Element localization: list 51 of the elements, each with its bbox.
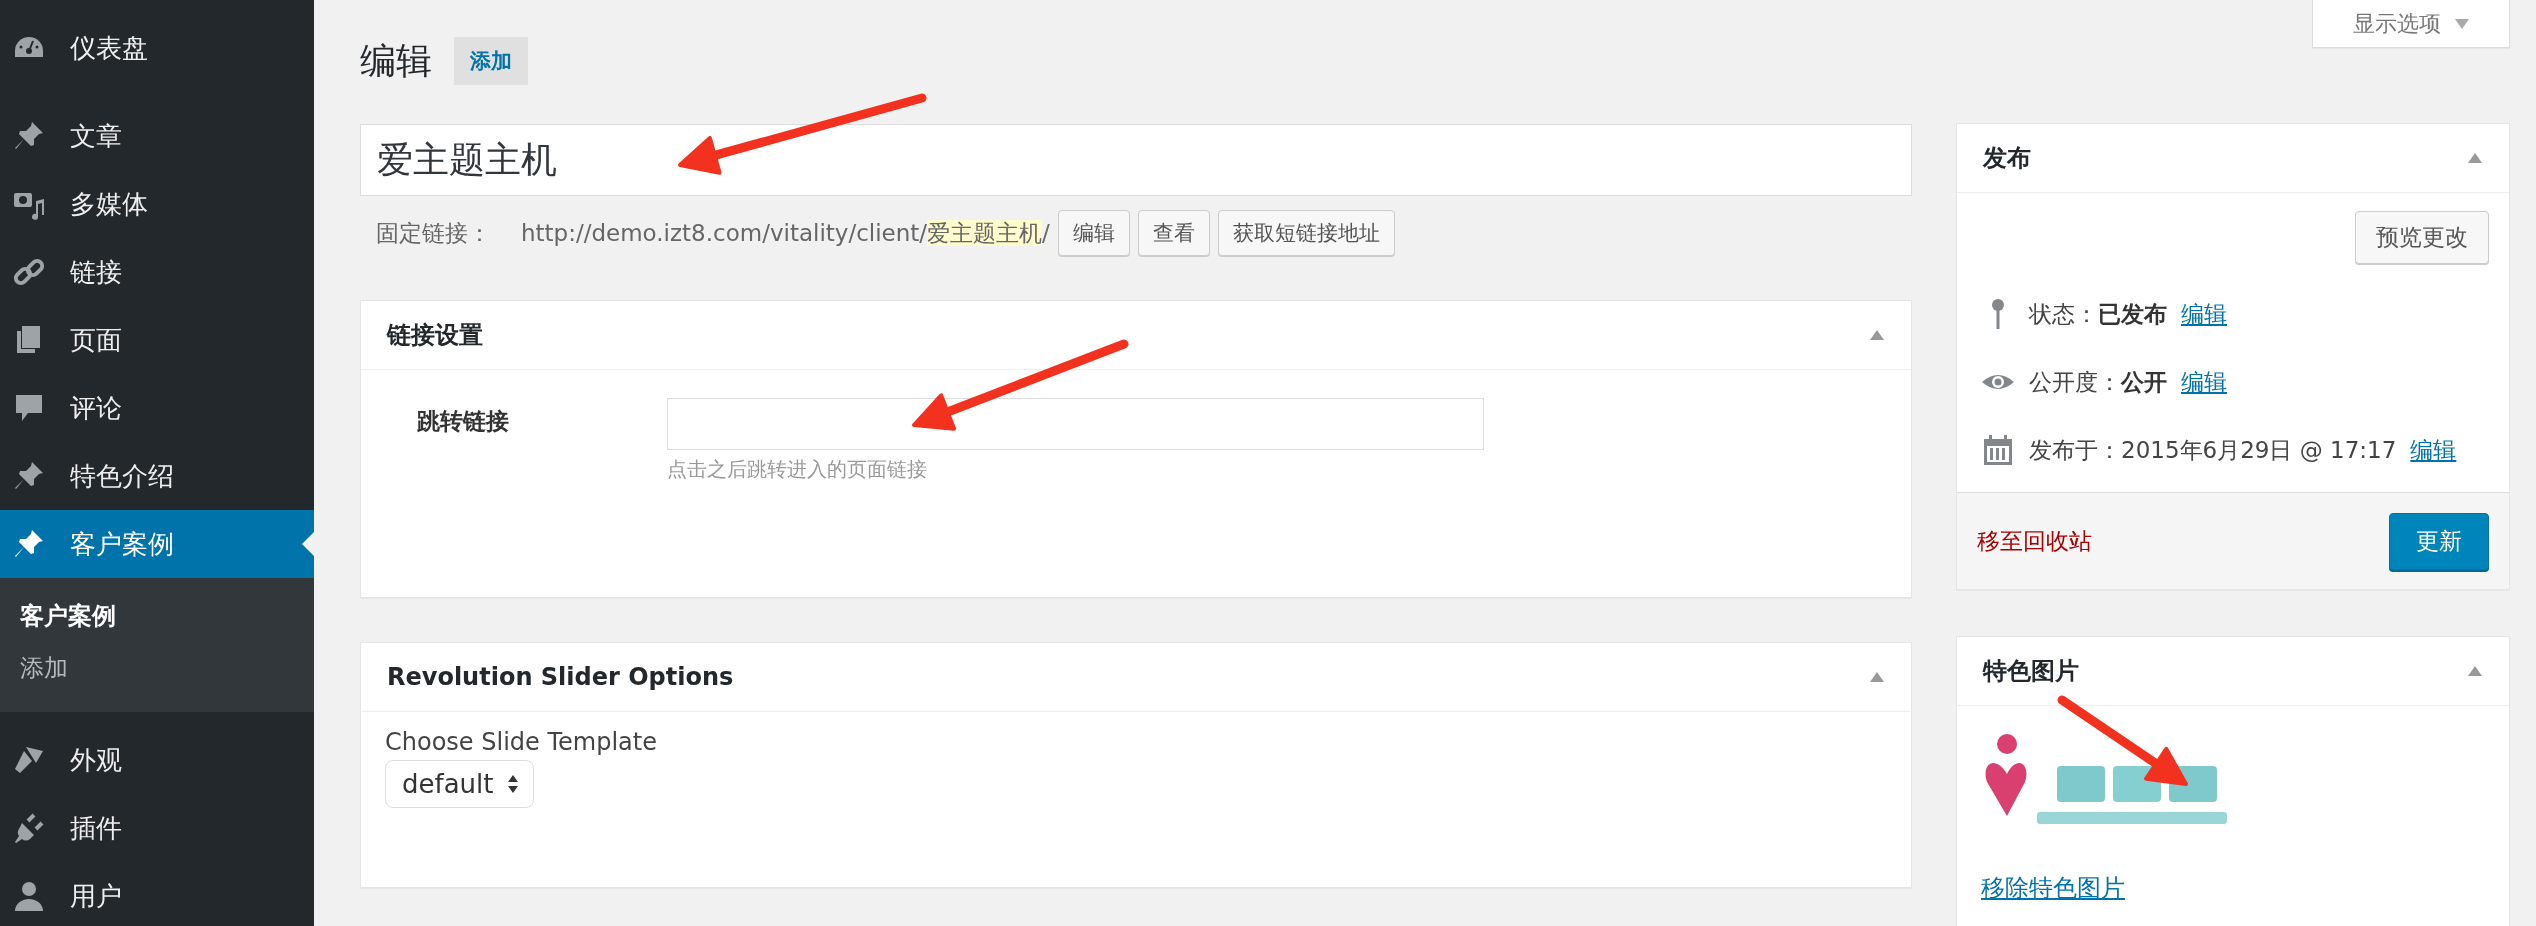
edit-link[interactable]: 编辑 (2410, 434, 2457, 466)
add-new-button[interactable]: 添加 (454, 37, 528, 85)
edit-link[interactable]: 编辑 (2181, 298, 2227, 330)
remove-image-link[interactable]: 移除特色图片 (1981, 872, 2125, 904)
trash-link[interactable]: 移至回收站 (1977, 525, 2092, 557)
permalink-button[interactable]: 编辑 (1057, 210, 1130, 256)
submenu-item[interactable]: 客户案例 (0, 590, 314, 642)
sort-arrows-icon (507, 773, 520, 795)
panel-title: Revolution Slider Options (387, 663, 734, 691)
submenu-item[interactable]: 添加 (0, 642, 314, 694)
edit-link[interactable]: 编辑 (2181, 366, 2227, 398)
publish-info: 发布于：2015年6月29日 @ 17:17 (2029, 435, 2397, 465)
caret-icon (2455, 18, 2469, 29)
toggle-icon[interactable] (1869, 671, 1885, 683)
sidebar-item[interactable]: 外观 (0, 726, 314, 794)
sidebar-item[interactable]: 链接 (0, 238, 314, 306)
field-label: Choose Slide Template (385, 728, 658, 756)
sidebar-item[interactable]: 文章 (0, 102, 314, 170)
toggle-icon[interactable] (2467, 665, 2483, 677)
sidebar-item[interactable]: 插件 (0, 794, 314, 862)
sidebar-item[interactable]: 客户案例 (0, 510, 314, 578)
sidebar-item[interactable]: 特色介绍 (0, 442, 314, 510)
screen-options-button[interactable]: 显示选项 (2312, 0, 2510, 48)
sidebar-item[interactable]: 仪表盘 (0, 14, 314, 82)
permalink-button[interactable]: 获取短链接地址 (1217, 210, 1395, 256)
calendar-icon (1981, 433, 2015, 467)
template-select[interactable]: default (385, 760, 535, 808)
panel-title: 发布 (1983, 143, 2031, 174)
sidebar-item[interactable]: 用户 (0, 862, 314, 926)
permalink-label: 固定链接： (376, 218, 491, 248)
panel-title: 特色图片 (1983, 656, 2079, 687)
publish-info: 状态：已发布 (2029, 299, 2167, 329)
update-button[interactable]: 更新 (2389, 512, 2489, 570)
field-label: 跳转链接 (417, 407, 510, 436)
field-hint: 点击之后跳转进入的页面链接 (667, 456, 928, 483)
permalink-url: http://demo.izt8.com/vitality/client/爱主题主机/ (521, 218, 1050, 248)
sidebar-item[interactable]: 评论 (0, 374, 314, 442)
sidebar-item[interactable]: 多媒体 (0, 170, 314, 238)
current-page-pointer (302, 532, 314, 556)
permalink-button[interactable]: 查看 (1137, 210, 1210, 256)
page-title: 编辑 (360, 38, 432, 83)
plug-icon (12, 811, 46, 845)
user-icon (12, 879, 46, 913)
title-field[interactable]: 爱主题主机 (360, 124, 1912, 196)
redirect-link-field[interactable] (667, 398, 1484, 450)
preview-button[interactable]: 预览更改 (2355, 211, 2489, 264)
toggle-icon[interactable] (2467, 152, 2483, 164)
panel-title: 链接设置 (387, 320, 483, 351)
toggle-icon[interactable] (1869, 329, 1885, 341)
sidebar-item[interactable]: 页面 (0, 306, 314, 374)
publish-info: 公开度：公开 (2029, 367, 2167, 397)
